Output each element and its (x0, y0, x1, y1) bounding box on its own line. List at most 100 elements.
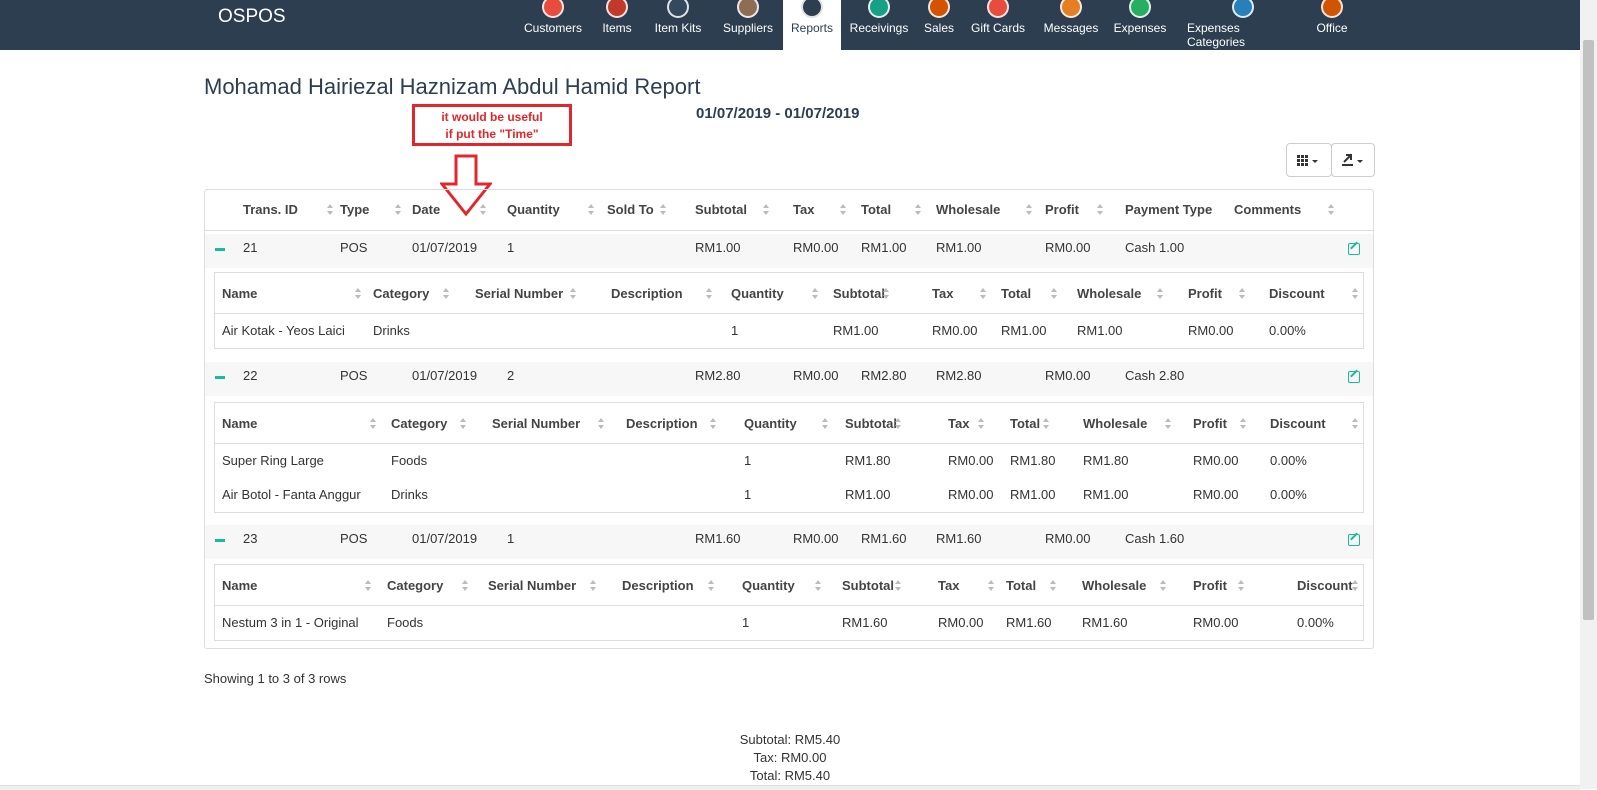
sort-arrows-icon[interactable] (365, 580, 371, 592)
subtable-header-quantity[interactable]: Quantity (742, 578, 795, 593)
sort-arrows-icon[interactable] (883, 288, 889, 300)
edit-icon[interactable] (1348, 371, 1360, 383)
subtable-header-quantity[interactable]: Quantity (744, 416, 797, 431)
sort-arrows-icon[interactable] (708, 580, 714, 592)
subtable-header-total[interactable]: Total (1006, 578, 1036, 593)
sort-arrows-icon[interactable] (1165, 418, 1171, 430)
horizontal-scrollbar[interactable] (0, 785, 1580, 790)
nav-item-customers[interactable]: Customers (518, 0, 588, 50)
subtable-header-description[interactable]: Description (626, 416, 698, 431)
sort-arrows-icon[interactable] (1352, 288, 1358, 300)
sort-arrows-icon[interactable] (1050, 580, 1056, 592)
scrollbar-thumb[interactable] (1583, 40, 1594, 620)
subtable-header-tax[interactable]: Tax (932, 286, 953, 301)
sort-arrows-icon[interactable] (462, 580, 468, 592)
sort-arrows-icon[interactable] (443, 288, 449, 300)
subtable-header-serial-number[interactable]: Serial Number (475, 286, 563, 301)
nav-item-expenses[interactable]: Expenses (1111, 0, 1169, 50)
nav-item-item-kits[interactable]: Item Kits (646, 0, 710, 50)
column-header-quantity[interactable]: Quantity (507, 202, 560, 217)
subtable-header-profit[interactable]: Profit (1188, 286, 1222, 301)
nav-item-expenses-categories[interactable]: Expenses Categories (1181, 0, 1305, 50)
sort-arrows-icon[interactable] (1043, 418, 1049, 430)
sort-arrows-icon[interactable] (588, 204, 594, 216)
sort-arrows-icon[interactable] (980, 288, 986, 300)
column-header-profit[interactable]: Profit (1045, 202, 1079, 217)
export-button[interactable] (1331, 143, 1375, 177)
sort-arrows-icon[interactable] (988, 580, 994, 592)
subtable-header-tax[interactable]: Tax (948, 416, 969, 431)
sort-arrows-icon[interactable] (660, 204, 666, 216)
sort-arrows-icon[interactable] (1051, 288, 1057, 300)
subtable-header-discount[interactable]: Discount (1297, 578, 1353, 593)
subtable-header-wholesale[interactable]: Wholesale (1077, 286, 1141, 301)
columns-toggle-button[interactable] (1286, 143, 1332, 177)
column-header-tax[interactable]: Tax (793, 202, 814, 217)
sort-arrows-icon[interactable] (1328, 204, 1334, 216)
column-header-total[interactable]: Total (861, 202, 891, 217)
sort-arrows-icon[interactable] (706, 288, 712, 300)
column-header-type[interactable]: Type (340, 202, 369, 217)
collapse-minus-icon[interactable] (215, 539, 225, 542)
sort-arrows-icon[interactable] (1157, 288, 1163, 300)
sort-arrows-icon[interactable] (895, 418, 901, 430)
subtable-header-wholesale[interactable]: Wholesale (1083, 416, 1147, 431)
sort-arrows-icon[interactable] (915, 204, 921, 216)
nav-item-suppliers[interactable]: Suppliers (714, 0, 782, 50)
subtable-header-description[interactable]: Description (622, 578, 694, 593)
subtable-header-profit[interactable]: Profit (1193, 416, 1227, 431)
sort-arrows-icon[interactable] (460, 418, 466, 430)
subtable-header-subtotal[interactable]: Subtotal (842, 578, 894, 593)
sort-arrows-icon[interactable] (1097, 204, 1103, 216)
subtable-header-total[interactable]: Total (1001, 286, 1031, 301)
sort-arrows-icon[interactable] (590, 580, 596, 592)
nav-item-items[interactable]: Items (597, 0, 637, 50)
sort-arrows-icon[interactable] (978, 418, 984, 430)
column-header-date[interactable]: Date (412, 202, 440, 217)
subtable-header-category[interactable]: Category (391, 416, 447, 431)
sort-arrows-icon[interactable] (812, 288, 818, 300)
sort-arrows-icon[interactable] (840, 204, 846, 216)
column-header-trans-id[interactable]: Trans. ID (243, 202, 298, 217)
subtable-header-name[interactable]: Name (222, 416, 257, 431)
nav-item-gift-cards[interactable]: Gift Cards (963, 0, 1033, 50)
vertical-scrollbar[interactable] (1580, 0, 1597, 789)
subtable-header-discount[interactable]: Discount (1270, 416, 1326, 431)
subtable-header-description[interactable]: Description (611, 286, 683, 301)
subtable-header-serial-number[interactable]: Serial Number (492, 416, 580, 431)
sort-arrows-icon[interactable] (815, 580, 821, 592)
nav-item-office[interactable]: Office (1310, 0, 1354, 50)
subtable-header-total[interactable]: Total (1010, 416, 1040, 431)
collapse-minus-icon[interactable] (215, 376, 225, 379)
column-header-sold-to[interactable]: Sold To (607, 202, 654, 217)
sort-arrows-icon[interactable] (1240, 418, 1246, 430)
sort-arrows-icon[interactable] (327, 204, 333, 216)
sort-arrows-icon[interactable] (1239, 288, 1245, 300)
subtable-header-name[interactable]: Name (222, 578, 257, 593)
sort-arrows-icon[interactable] (895, 580, 901, 592)
column-header-comments[interactable]: Comments (1234, 202, 1301, 217)
sort-arrows-icon[interactable] (1026, 204, 1032, 216)
nav-item-messages[interactable]: Messages (1040, 0, 1102, 50)
subtable-header-wholesale[interactable]: Wholesale (1082, 578, 1146, 593)
subtable-header-tax[interactable]: Tax (938, 578, 959, 593)
nav-item-reports[interactable]: Reports (783, 0, 841, 50)
subtable-header-quantity[interactable]: Quantity (731, 286, 784, 301)
sort-arrows-icon[interactable] (710, 418, 716, 430)
subtable-header-category[interactable]: Category (387, 578, 443, 593)
sort-arrows-icon[interactable] (822, 418, 828, 430)
sort-arrows-icon[interactable] (480, 204, 486, 216)
subtable-header-subtotal[interactable]: Subtotal (845, 416, 897, 431)
sort-arrows-icon[interactable] (598, 418, 604, 430)
collapse-minus-icon[interactable] (215, 248, 225, 251)
subtable-header-profit[interactable]: Profit (1193, 578, 1227, 593)
sort-arrows-icon[interactable] (1160, 580, 1166, 592)
subtable-header-discount[interactable]: Discount (1269, 286, 1325, 301)
sort-arrows-icon[interactable] (355, 288, 361, 300)
sort-arrows-icon[interactable] (1238, 580, 1244, 592)
nav-item-receivings[interactable]: Receivings (844, 0, 914, 50)
column-header-payment-type[interactable]: Payment Type (1125, 202, 1212, 217)
sort-arrows-icon[interactable] (763, 204, 769, 216)
subtable-header-subtotal[interactable]: Subtotal (833, 286, 885, 301)
sort-arrows-icon[interactable] (395, 204, 401, 216)
